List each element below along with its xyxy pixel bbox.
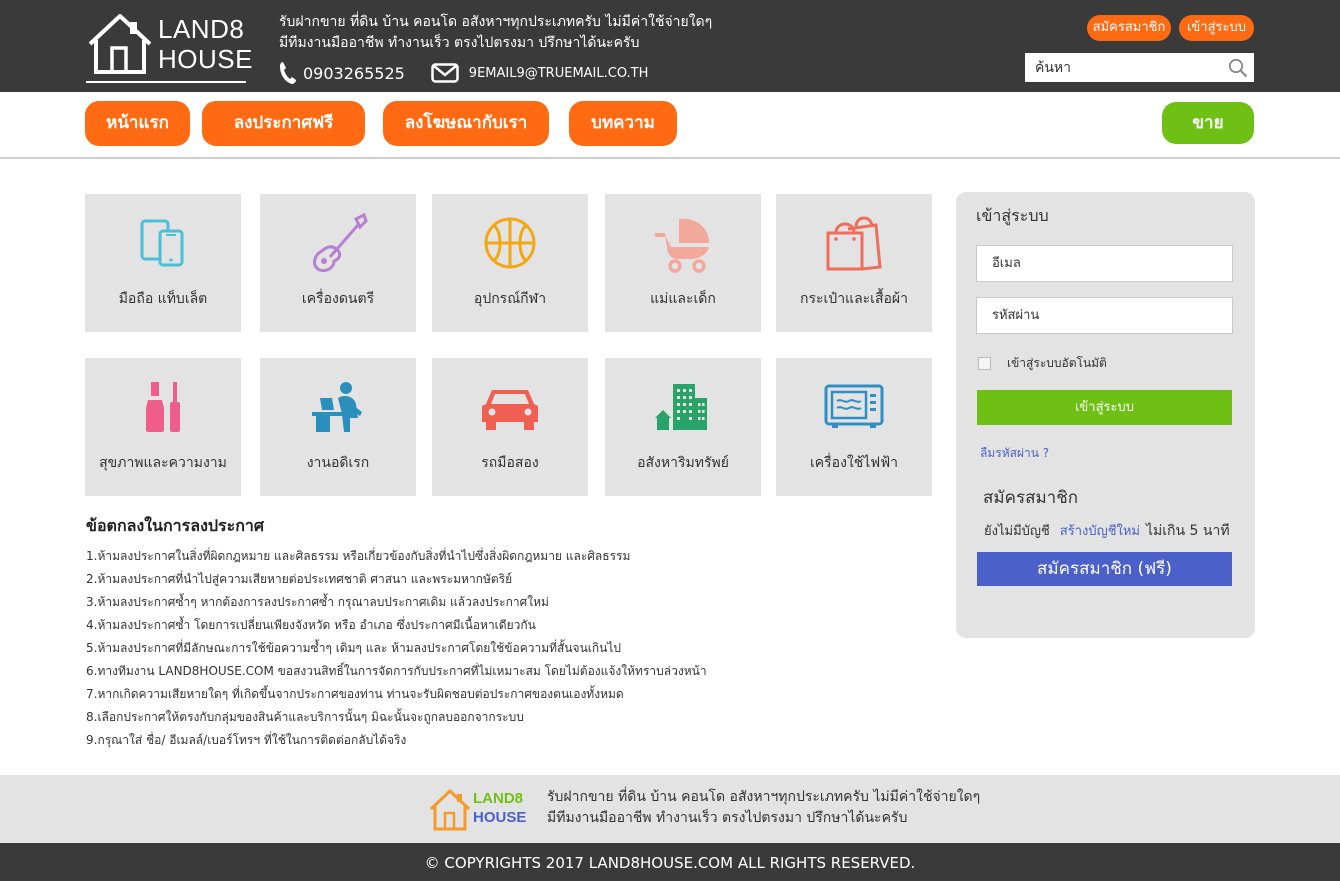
footer: LAND8 HOUSE รับฝากขาย ที่ดิน บ้าน คอนโด … bbox=[0, 775, 1340, 843]
category-label: เครื่องดนตรี bbox=[301, 291, 375, 307]
category-health-beauty[interactable]: สุขภาพและความงาม bbox=[85, 358, 241, 496]
search-box bbox=[1025, 53, 1254, 82]
nav-sell[interactable]: ขาย bbox=[1162, 102, 1254, 144]
register-title: สมัครสมาชิก bbox=[983, 488, 1079, 508]
shopping-bag-icon bbox=[826, 216, 882, 271]
footer-tagline-line-2: มีทีมงานมืออาชีพ ทำงานเร็ว ตรงไปตรงมา ปร… bbox=[547, 810, 908, 826]
house-logo-icon bbox=[429, 789, 471, 831]
search-input[interactable] bbox=[1025, 53, 1220, 82]
email-address[interactable]: 9EMAIL9@TRUEMAIL.CO.TH bbox=[469, 66, 649, 81]
create-account-link[interactable]: สร้างบัญชีใหม่ bbox=[1060, 524, 1140, 539]
category-label: มือถือ แท็บเล็ต bbox=[118, 291, 208, 307]
mobile-tablet-icon bbox=[140, 219, 184, 267]
phone-icon bbox=[280, 62, 296, 84]
terms-title: ข้อตกลงในการลงประกาศ bbox=[86, 516, 265, 535]
remember-me: เข้าสู่ระบบอัตโนมัติ bbox=[978, 354, 1107, 373]
stroller-icon bbox=[655, 218, 709, 273]
category-used-cars[interactable]: รถมือสอง bbox=[432, 358, 588, 496]
list-item: 6.ทางทีมงาน LAND8HOUSE.COM ขอสงวนสิทธิ์ใ… bbox=[86, 664, 707, 678]
category-bags-clothes[interactable]: กระเป๋าและเสื้อผ้า bbox=[776, 194, 932, 332]
login-panel: เข้าสู่ระบบ เข้าสู่ระบบอัตโนมัติ เข้าสู่… bbox=[956, 192, 1255, 638]
list-item: 9.กรุณาใส่ ชื่อ/ อีเมลล์/เบอร์โทรฯ ที่ใช… bbox=[86, 733, 407, 747]
nav-advertise[interactable]: ลงโฆษณากับเรา bbox=[383, 101, 549, 146]
buildings-icon bbox=[655, 384, 707, 430]
list-item: 1.ห้ามลงประกาศในสิ่งที่ผิดกฎหมาย และศิลธ… bbox=[86, 549, 631, 563]
category-mother-baby[interactable]: แม่และเด็ก bbox=[605, 194, 761, 332]
microwave-icon bbox=[824, 384, 884, 428]
contact-info: 0903265525 9EMAIL9@TRUEMAIL.CO.TH bbox=[279, 60, 648, 86]
category-label: กระเป๋าและเสื้อผ้า bbox=[800, 291, 908, 307]
register-free-button[interactable]: สมัครสมาชิก (ฟรี) bbox=[977, 552, 1232, 586]
cosmetics-icon bbox=[146, 382, 180, 432]
list-item: 4.ห้ามลงประกาศซ้ำ โดยการเปลี่ยนเพียงจังห… bbox=[86, 618, 536, 632]
login-submit-button[interactable]: เข้าสู่ระบบ bbox=[977, 390, 1232, 425]
footer-logo-house: HOUSE bbox=[473, 809, 527, 826]
logo-text-house: HOUSE bbox=[158, 44, 253, 74]
forgot-password-link[interactable]: ลืมรหัสผ่าน ? bbox=[980, 444, 1049, 463]
remember-me-label: เข้าสู่ระบบอัตโนมัติ bbox=[1007, 356, 1107, 370]
category-label: รถมือสอง bbox=[481, 455, 539, 471]
phone-number[interactable]: 0903265525 bbox=[303, 64, 405, 83]
login-title: เข้าสู่ระบบ bbox=[976, 206, 1049, 225]
site-logo[interactable]: LAND8 HOUSE bbox=[86, 12, 252, 84]
footer-tagline-line-1: รับฝากขาย ที่ดิน บ้าน คอนโด อสังหาฯทุกปร… bbox=[547, 789, 981, 805]
person-at-desk-icon bbox=[312, 382, 362, 432]
category-electronics[interactable]: เครื่องใช้ไฟฟ้า bbox=[776, 358, 932, 496]
list-item: 2.ห้ามลงประกาศที่นำไปสู่ความเสียหายต่อปร… bbox=[86, 572, 513, 586]
guitar-icon bbox=[313, 212, 368, 273]
nav-articles[interactable]: บทความ bbox=[569, 101, 677, 146]
header-tagline: รับฝากขาย ที่ดิน บ้าน คอนโด อสังหาฯทุกปร… bbox=[279, 12, 712, 54]
nav-home[interactable]: หน้าแรก bbox=[85, 101, 190, 146]
list-item: 8.เลือกประกาศให้ตรงกับกลุ่มของสินค้าและบ… bbox=[86, 710, 524, 724]
register-button[interactable]: สมัครสมาชิก bbox=[1087, 15, 1171, 41]
category-label: สุขภาพและความงาม bbox=[99, 455, 227, 471]
main-nav: หน้าแรก ลงประกาศฟรี ลงโฆษณากับเรา บทความ… bbox=[0, 92, 1340, 159]
house-logo-icon bbox=[88, 14, 152, 74]
email-field[interactable] bbox=[977, 246, 1232, 281]
email-field-wrap bbox=[976, 245, 1233, 282]
category-sports[interactable]: อุปกรณ์กีฬา bbox=[432, 194, 588, 332]
footer-logo-land8: LAND8 bbox=[473, 790, 524, 807]
mail-icon bbox=[431, 63, 459, 83]
register-info: ยังไม่มีบัญชี สร้างบัญชีใหม่ ไม่เกิน 5 นาท… bbox=[984, 520, 1230, 542]
category-label: เครื่องใช้ไฟฟ้า bbox=[810, 455, 898, 471]
login-button[interactable]: เข้าสู่ระบบ bbox=[1179, 15, 1254, 41]
password-field-wrap bbox=[976, 297, 1233, 334]
footer-logo[interactable]: LAND8 HOUSE bbox=[429, 787, 529, 833]
tagline-line-2: มีทีมงานมืออาชีพ ทำงานเร็ว ตรงไปตรงมา ปร… bbox=[279, 35, 640, 51]
category-label: งานอดิเรก bbox=[306, 455, 370, 471]
list-item: 3.ห้ามลงประกาศซ้ำๆ หากต้องการลงประกาศซ้ำ… bbox=[86, 595, 549, 609]
category-label: แม่และเด็ก bbox=[650, 291, 716, 307]
list-item: 7.หากเกิดความเสียหายใดๆ ที่เกิดขึ้นจากปร… bbox=[86, 687, 624, 701]
no-account-text: ยังไม่มีบัญชี bbox=[984, 524, 1050, 539]
car-icon bbox=[482, 390, 538, 430]
category-real-estate[interactable]: อสังหาริมทรัพย์ bbox=[605, 358, 761, 496]
register-time-text: ไม่เกิน 5 นาที bbox=[1146, 523, 1230, 539]
category-hobby[interactable]: งานอดิเรก bbox=[260, 358, 416, 496]
remember-me-checkbox[interactable] bbox=[978, 357, 991, 370]
logo-underline bbox=[86, 81, 246, 83]
copyright-bar: © COPYRIGHTS 2017 LAND8HOUSE.COM ALL RIG… bbox=[0, 843, 1340, 881]
list-item: 5.ห้ามลงประกาศที่มีลักษณะการใช้ข้อความซ้… bbox=[86, 641, 622, 655]
search-icon[interactable] bbox=[1228, 58, 1248, 78]
category-grid: มือถือ แท็บเล็ต เครื่องดนตรี อุปกรณ์กีฬา bbox=[85, 194, 932, 496]
basketball-icon bbox=[484, 217, 536, 269]
terms-list: 1.ห้ามลงประกาศในสิ่งที่ผิดกฎหมาย และศิลธ… bbox=[86, 545, 936, 752]
footer-tagline: รับฝากขาย ที่ดิน บ้าน คอนโด อสังหาฯทุกปร… bbox=[547, 787, 980, 829]
category-music[interactable]: เครื่องดนตรี bbox=[260, 194, 416, 332]
nav-post-free[interactable]: ลงประกาศฟรี bbox=[202, 101, 365, 146]
tagline-line-1: รับฝากขาย ที่ดิน บ้าน คอนโด อสังหาฯทุกปร… bbox=[279, 14, 713, 30]
category-label: อสังหาริมทรัพย์ bbox=[637, 455, 729, 471]
category-mobile[interactable]: มือถือ แท็บเล็ต bbox=[85, 194, 241, 332]
password-field[interactable] bbox=[977, 298, 1232, 333]
posting-terms: ข้อตกลงในการลงประกาศ 1.ห้ามลงประกาศในสิ่… bbox=[86, 514, 936, 752]
logo-text-land8: LAND8 bbox=[158, 14, 245, 44]
category-label: อุปกรณ์กีฬา bbox=[473, 291, 547, 307]
top-header: LAND8 HOUSE รับฝากขาย ที่ดิน บ้าน คอนโด … bbox=[0, 0, 1340, 92]
